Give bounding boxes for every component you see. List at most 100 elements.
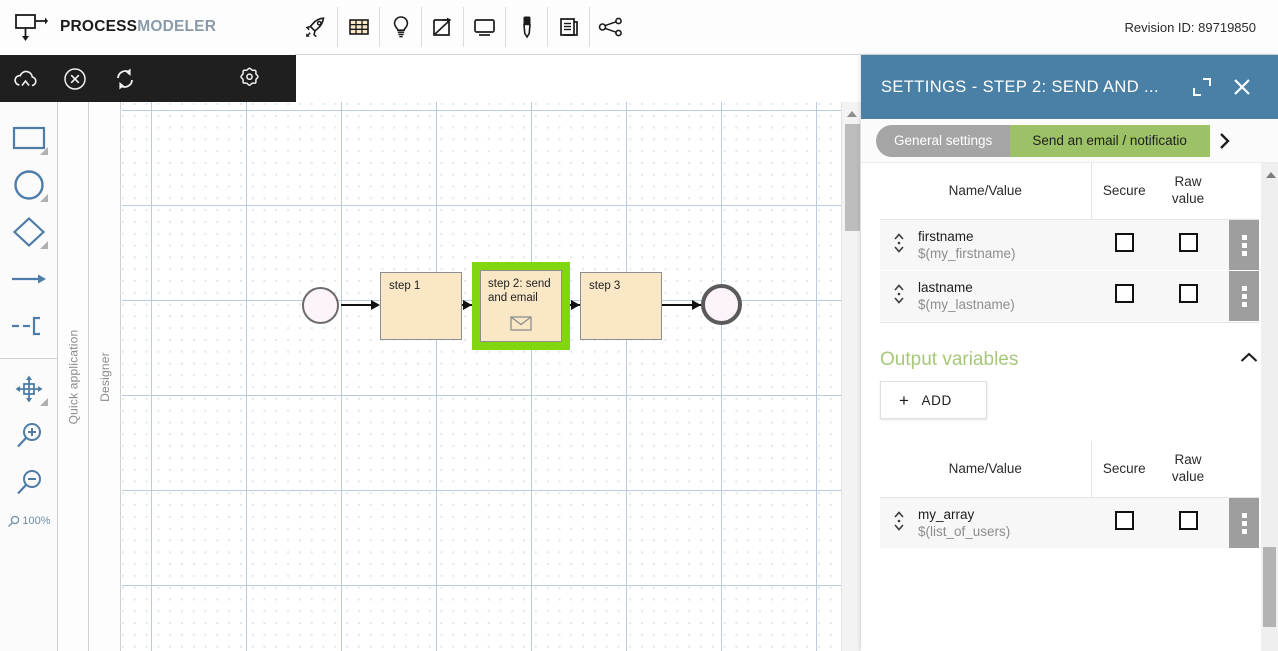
row-overflow-menu-icon[interactable] xyxy=(1229,220,1259,270)
settings-panel-body[interactable]: Name/Value Secure Raw value firstname $(… xyxy=(861,163,1278,651)
lightbulb-icon[interactable] xyxy=(379,7,421,47)
rocket-icon[interactable] xyxy=(295,7,337,47)
sidebar-tab-designer[interactable]: Designer xyxy=(90,102,121,651)
gear-icon[interactable] xyxy=(224,55,274,102)
start-event[interactable] xyxy=(302,287,339,324)
tab-send-email-notification-label: Send an email / notificatio xyxy=(1032,133,1187,148)
zoom-level-indicator[interactable]: 100% xyxy=(0,506,58,536)
raw-value-checkbox[interactable] xyxy=(1178,284,1198,303)
row-drag-handle[interactable] xyxy=(880,498,918,549)
brand-primary: PROCESS xyxy=(60,18,138,35)
column-header-menu xyxy=(1219,441,1259,498)
output-variables-header-row: Name/Value Secure Raw value xyxy=(880,441,1259,498)
zoom-level-value: 100% xyxy=(22,515,51,527)
pdf-export-icon[interactable] xyxy=(421,7,463,47)
zoom-out-tool[interactable] xyxy=(0,459,58,506)
reorder-handle-icon xyxy=(894,283,904,304)
vertical-tab-strip: Quick application Designer xyxy=(58,102,122,651)
secure-cell xyxy=(1091,220,1157,271)
raw-value-cell xyxy=(1157,271,1219,322)
row-overflow-menu-icon[interactable] xyxy=(1229,498,1259,548)
pan-tool-expand-icon[interactable] xyxy=(40,398,48,406)
variable-name-cell[interactable]: lastname $(my_lastname) xyxy=(918,271,1091,322)
panel-title: SETTINGS - STEP 2: SEND AND ... xyxy=(881,77,1159,96)
rectangle-shape-tool[interactable] xyxy=(0,114,58,161)
variable-name-cell[interactable]: my_array $(list_of_users) xyxy=(918,498,1091,549)
variable-name: my_array xyxy=(918,506,975,522)
cancel-circle-icon[interactable] xyxy=(50,55,100,102)
secure-cell xyxy=(1091,271,1157,322)
diagram-canvas[interactable]: step 1 step 2: send and email step 3 xyxy=(122,102,861,651)
sequence-flow-1 xyxy=(341,304,373,306)
refresh-sync-icon[interactable] xyxy=(100,55,150,102)
end-event[interactable] xyxy=(701,284,742,325)
task-step-3-label: step 3 xyxy=(589,280,621,292)
variable-name-cell[interactable]: firstname $(my_firstname) xyxy=(918,220,1091,271)
sequence-flow-2-arrow-icon xyxy=(463,300,472,310)
pan-move-tool[interactable] xyxy=(0,365,58,412)
reorder-handle-icon xyxy=(894,232,904,253)
canvas-scroll-up-button[interactable] xyxy=(842,102,862,120)
secure-checkbox[interactable] xyxy=(1114,233,1134,252)
settings-panel-scrollbar[interactable] xyxy=(1261,163,1278,651)
brand-title: PROCESSMODELER xyxy=(60,18,216,36)
table-row[interactable]: lastname $(my_lastname) xyxy=(880,270,1259,322)
row-menu-cell xyxy=(1219,220,1259,271)
row-drag-handle[interactable] xyxy=(880,220,918,271)
dark-action-toolbar xyxy=(0,55,296,102)
panel-scrollbar-thumb[interactable] xyxy=(1263,547,1276,627)
grid-table-icon[interactable] xyxy=(337,7,379,47)
input-variables-header-row: Name/Value Secure Raw value xyxy=(880,163,1259,220)
envelope-icon xyxy=(510,316,532,335)
brand-area: PROCESSMODELER xyxy=(0,0,295,55)
sidebar-tab-quick-application[interactable]: Quick application xyxy=(58,102,89,651)
input-variables-table: Name/Value Secure Raw value firstname $(… xyxy=(880,163,1259,322)
revision-id: Revision ID: 89719850 xyxy=(1124,20,1256,35)
share-nodes-icon[interactable] xyxy=(589,7,631,47)
input-variables-table-head: Name/Value Secure Raw value xyxy=(880,163,1259,220)
settings-panel-tabs: General settings Send an email / notific… xyxy=(861,119,1278,163)
raw-value-checkbox[interactable] xyxy=(1178,511,1198,530)
circle-tool-expand-icon[interactable] xyxy=(40,194,48,202)
shape-toolbar: 100% xyxy=(0,102,58,651)
monitor-icon[interactable] xyxy=(463,7,505,47)
output-variables-table-head: Name/Value Secure Raw value xyxy=(880,441,1259,498)
panel-scroll-up-button[interactable] xyxy=(1261,163,1278,181)
task-step-1[interactable]: step 1 xyxy=(380,272,462,340)
secure-checkbox[interactable] xyxy=(1114,511,1134,530)
add-output-variable-button[interactable]: + ADD xyxy=(880,381,987,419)
expand-icon[interactable] xyxy=(1182,67,1222,107)
row-overflow-menu-icon[interactable] xyxy=(1229,271,1259,321)
chevron-right-icon[interactable] xyxy=(1210,119,1238,163)
close-icon[interactable] xyxy=(1222,67,1262,107)
chevron-up-icon[interactable] xyxy=(1239,351,1259,370)
document-icon[interactable] xyxy=(547,7,589,47)
settings-panel-header: SETTINGS - STEP 2: SEND AND ... xyxy=(861,55,1278,119)
cloud-upload-icon[interactable] xyxy=(0,55,50,102)
tab-general-settings[interactable]: General settings xyxy=(876,124,1011,157)
table-row[interactable]: firstname $(my_firstname) xyxy=(880,219,1259,271)
process-flow-logo-icon xyxy=(14,12,48,42)
variable-value: $(my_firstname) xyxy=(918,245,1016,261)
task-step-3[interactable]: step 3 xyxy=(580,272,662,340)
rectangle-tool-expand-icon[interactable] xyxy=(40,147,48,155)
arrow-connector-tool[interactable] xyxy=(0,255,58,302)
raw-value-checkbox[interactable] xyxy=(1178,233,1198,252)
secure-checkbox[interactable] xyxy=(1114,284,1134,303)
diamond-shape-tool[interactable] xyxy=(0,208,58,255)
tab-send-email-notification[interactable]: Send an email / notificatio xyxy=(1010,124,1211,157)
task-step-2-selected[interactable]: step 2: send and email xyxy=(472,262,570,350)
circle-shape-tool[interactable] xyxy=(0,161,58,208)
zoom-in-tool[interactable] xyxy=(0,412,58,459)
canvas-vertical-scrollbar[interactable] xyxy=(841,102,861,651)
top-toolbar: PROCESSMODELER Revision ID: 89719850 xyxy=(0,0,1278,55)
table-row[interactable]: my_array $(list_of_users) xyxy=(880,497,1259,549)
canvas-grid-background xyxy=(122,102,861,651)
sequence-flow-1-arrow-icon xyxy=(371,300,380,310)
row-drag-handle[interactable] xyxy=(880,271,918,322)
diamond-tool-expand-icon[interactable] xyxy=(40,241,48,249)
canvas-scrollbar-thumb[interactable] xyxy=(845,124,860,231)
column-header-secure: Secure xyxy=(1091,163,1157,220)
marker-pen-icon[interactable] xyxy=(505,7,547,47)
boundary-connector-tool[interactable] xyxy=(0,302,58,349)
